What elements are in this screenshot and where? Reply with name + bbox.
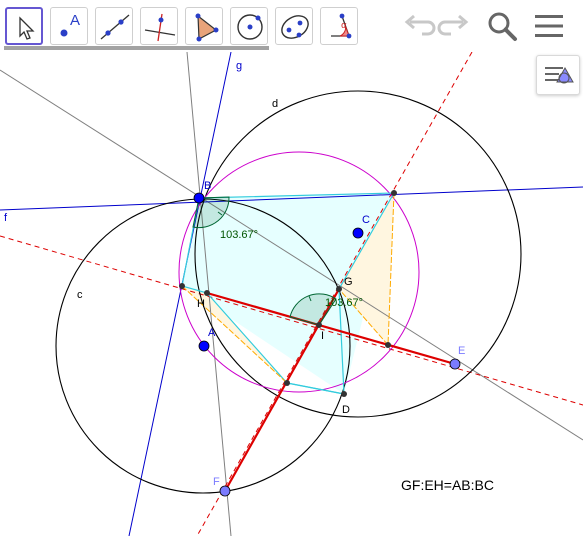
- relation-text: GF:EH=AB:BC: [401, 477, 494, 493]
- redo-button[interactable]: [437, 8, 473, 44]
- style-bar-toggle-button[interactable]: [536, 55, 580, 95]
- tool-category-indicator: [4, 46, 269, 50]
- point-c[interactable]: [352, 227, 364, 239]
- label-point-e: E: [458, 345, 465, 357]
- point-tool-glyph: A: [70, 12, 81, 29]
- point-a[interactable]: [198, 340, 210, 352]
- point-b[interactable]: [193, 192, 205, 204]
- point-top-right[interactable]: [391, 190, 397, 196]
- search-button[interactable]: [484, 8, 520, 44]
- label-line-f: f: [4, 212, 8, 224]
- polygon-icon: [195, 13, 219, 42]
- redo-icon: [437, 14, 469, 36]
- point-e[interactable]: [449, 358, 461, 370]
- graphics-style-bar-icon: [545, 66, 574, 84]
- label-point-h: H: [197, 298, 205, 310]
- label-point-a: A: [208, 327, 216, 339]
- toolbar: A α: [0, 0, 583, 52]
- point-g[interactable]: [336, 286, 342, 292]
- circle-tool-button[interactable]: [230, 7, 268, 45]
- point-f[interactable]: [219, 485, 231, 497]
- point-right-mid[interactable]: [385, 342, 391, 348]
- label-point-c: C: [362, 214, 370, 226]
- ellipse-icon: [281, 15, 309, 39]
- label-angle-b: 103.67°: [220, 229, 258, 241]
- line-through-points-icon: [100, 14, 130, 40]
- point-h[interactable]: [204, 290, 210, 296]
- perpendicular-line-tool-button[interactable]: [140, 7, 178, 45]
- hamburger-menu-icon: [535, 15, 563, 37]
- label-point-f: F: [213, 476, 220, 488]
- cursor-arrow-icon: [19, 16, 35, 40]
- undo-icon: [404, 14, 436, 36]
- point-d[interactable]: [341, 391, 347, 397]
- label-circle-d: d: [272, 98, 278, 110]
- line-tool-button[interactable]: [95, 7, 133, 45]
- main-menu-button[interactable]: [531, 8, 567, 44]
- label-point-b: B: [204, 180, 211, 192]
- graphics-view[interactable]: B C A G H I D E F g f d c 103.67° 103.67…: [0, 52, 583, 536]
- label-point-g: G: [344, 276, 353, 288]
- circle-center-point-icon: [237, 14, 263, 40]
- label-angle-i: 103.67°: [325, 297, 363, 309]
- point-left[interactable]: [179, 283, 185, 289]
- point-bottom[interactable]: [284, 380, 290, 386]
- conic-tool-button[interactable]: [275, 7, 313, 45]
- label-point-d: D: [342, 404, 350, 416]
- perpendicular-line-icon: [144, 13, 176, 42]
- angle-tool-glyph: α: [341, 21, 347, 31]
- angle-tool-button[interactable]: α: [320, 7, 358, 45]
- move-tool-button[interactable]: [5, 7, 43, 45]
- point-tool-button[interactable]: A: [50, 7, 88, 45]
- point-i[interactable]: [316, 322, 322, 328]
- search-icon: [488, 12, 517, 41]
- undo-button[interactable]: [400, 8, 436, 44]
- polygon-tool-button[interactable]: [185, 7, 223, 45]
- label-point-i: I: [321, 330, 324, 342]
- label-circle-c: c: [77, 289, 83, 301]
- angle-icon: [331, 13, 352, 39]
- label-line-g: g: [236, 60, 242, 72]
